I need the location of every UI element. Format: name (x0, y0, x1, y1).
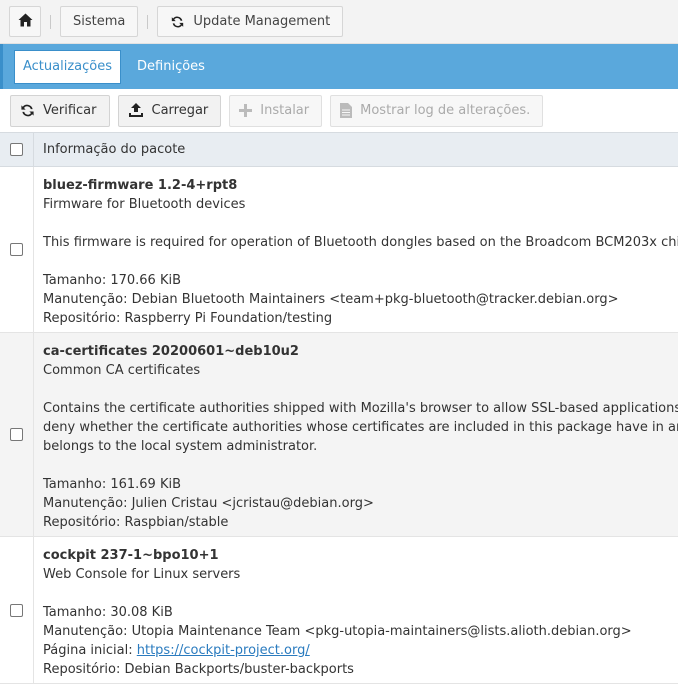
package-repository: Repositório: Raspberry Pi Foundation/tes… (43, 311, 333, 326)
refresh-icon (20, 103, 35, 118)
table-row: cockpit 237-1~bpo10+1 Web Console for Li… (0, 537, 678, 684)
package-homepage: Página inicial: https://cockpit-project.… (43, 641, 678, 660)
verificar-button[interactable]: Verificar (10, 94, 110, 127)
carregar-button[interactable]: Carregar (117, 94, 222, 127)
row-checkbox[interactable] (10, 603, 23, 617)
package-name: bluez-firmware 1.2-4+rpt8 (43, 178, 238, 193)
package-description: Contains the certificate authorities shi… (43, 401, 678, 416)
package-size: Tamanho: 161.69 KiB (43, 477, 182, 492)
breadcrumb: Sistema Update Management (0, 0, 678, 44)
select-all-checkbox[interactable] (10, 143, 23, 156)
home-button[interactable] (9, 6, 41, 37)
document-icon (340, 103, 353, 118)
homepage-label: Página inicial: (43, 643, 137, 658)
mostrar-log-label: Mostrar log de alterações. (360, 103, 531, 118)
package-size: Tamanho: 30.08 KiB (43, 605, 173, 620)
package-maintainer: Manutenção: Utopia Maintenance Team <pkg… (43, 624, 632, 639)
package-info: ca-certificates 20200601~deb10u2 Common … (34, 333, 678, 536)
table-header: Informação do pacote (0, 132, 678, 167)
package-repository: Repositório: Debian Backports/buster-bac… (43, 662, 354, 677)
mostrar-log-button[interactable]: Mostrar log de alterações. (330, 94, 544, 127)
row-checkbox-cell (0, 167, 34, 332)
package-summary: Common CA certificates (43, 363, 201, 378)
breadcrumb-sistema-label: Sistema (73, 14, 126, 29)
package-name: ca-certificates 20200601~deb10u2 (43, 344, 299, 359)
package-info: bluez-firmware 1.2-4+rpt8 Firmware for B… (34, 167, 678, 332)
home-icon (18, 13, 33, 31)
upload-icon (128, 103, 144, 118)
package-description: belongs to the local system administrato… (43, 439, 318, 454)
breadcrumb-sistema[interactable]: Sistema (60, 6, 139, 37)
package-info: cockpit 237-1~bpo10+1 Web Console for Li… (34, 537, 678, 683)
package-summary: Firmware for Bluetooth devices (43, 197, 246, 212)
tab-bar: Actualizações Definições (0, 44, 678, 89)
row-checkbox-cell (0, 537, 34, 683)
package-summary: Web Console for Linux servers (43, 567, 241, 582)
package-size: Tamanho: 170.66 KiB (43, 273, 182, 288)
column-header: Informação do pacote (43, 142, 186, 157)
select-all-cell (0, 133, 34, 166)
row-checkbox[interactable] (10, 243, 23, 256)
package-description: This firmware is required for operation … (43, 235, 678, 250)
instalar-button[interactable]: Instalar (229, 94, 323, 127)
breadcrumb-separator (50, 14, 51, 29)
homepage-link[interactable]: https://cockpit-project.org/ (137, 643, 310, 658)
package-maintainer: Manutenção: Julien Cristau <jcristau@deb… (43, 496, 374, 511)
package-repository: Repositório: Raspbian/stable (43, 515, 229, 530)
carregar-label: Carregar (151, 103, 209, 118)
tab-actualizacoes[interactable]: Actualizações (14, 49, 122, 84)
breadcrumb-update-management[interactable]: Update Management (157, 6, 344, 37)
table-row: bluez-firmware 1.2-4+rpt8 Firmware for B… (0, 167, 678, 333)
refresh-icon (170, 15, 185, 29)
plus-icon (239, 104, 253, 117)
package-description: deny whether the certificate authorities… (43, 420, 678, 435)
package-maintainer: Manutenção: Debian Bluetooth Maintainers… (43, 292, 619, 307)
row-checkbox-cell (0, 333, 34, 536)
verificar-label: Verificar (43, 103, 97, 118)
package-table: Informação do pacote bluez-firmware 1.2-… (0, 132, 678, 684)
instalar-label: Instalar (260, 103, 310, 118)
toolbar: Verificar Carregar Instalar Mostrar log … (0, 89, 678, 132)
row-checkbox[interactable] (10, 428, 23, 441)
breadcrumb-separator (147, 14, 149, 29)
package-name: cockpit 237-1~bpo10+1 (43, 548, 219, 563)
breadcrumb-update-management-label: Update Management (193, 14, 331, 29)
table-row: ca-certificates 20200601~deb10u2 Common … (0, 333, 678, 537)
tab-definicoes[interactable]: Definições (129, 50, 213, 84)
